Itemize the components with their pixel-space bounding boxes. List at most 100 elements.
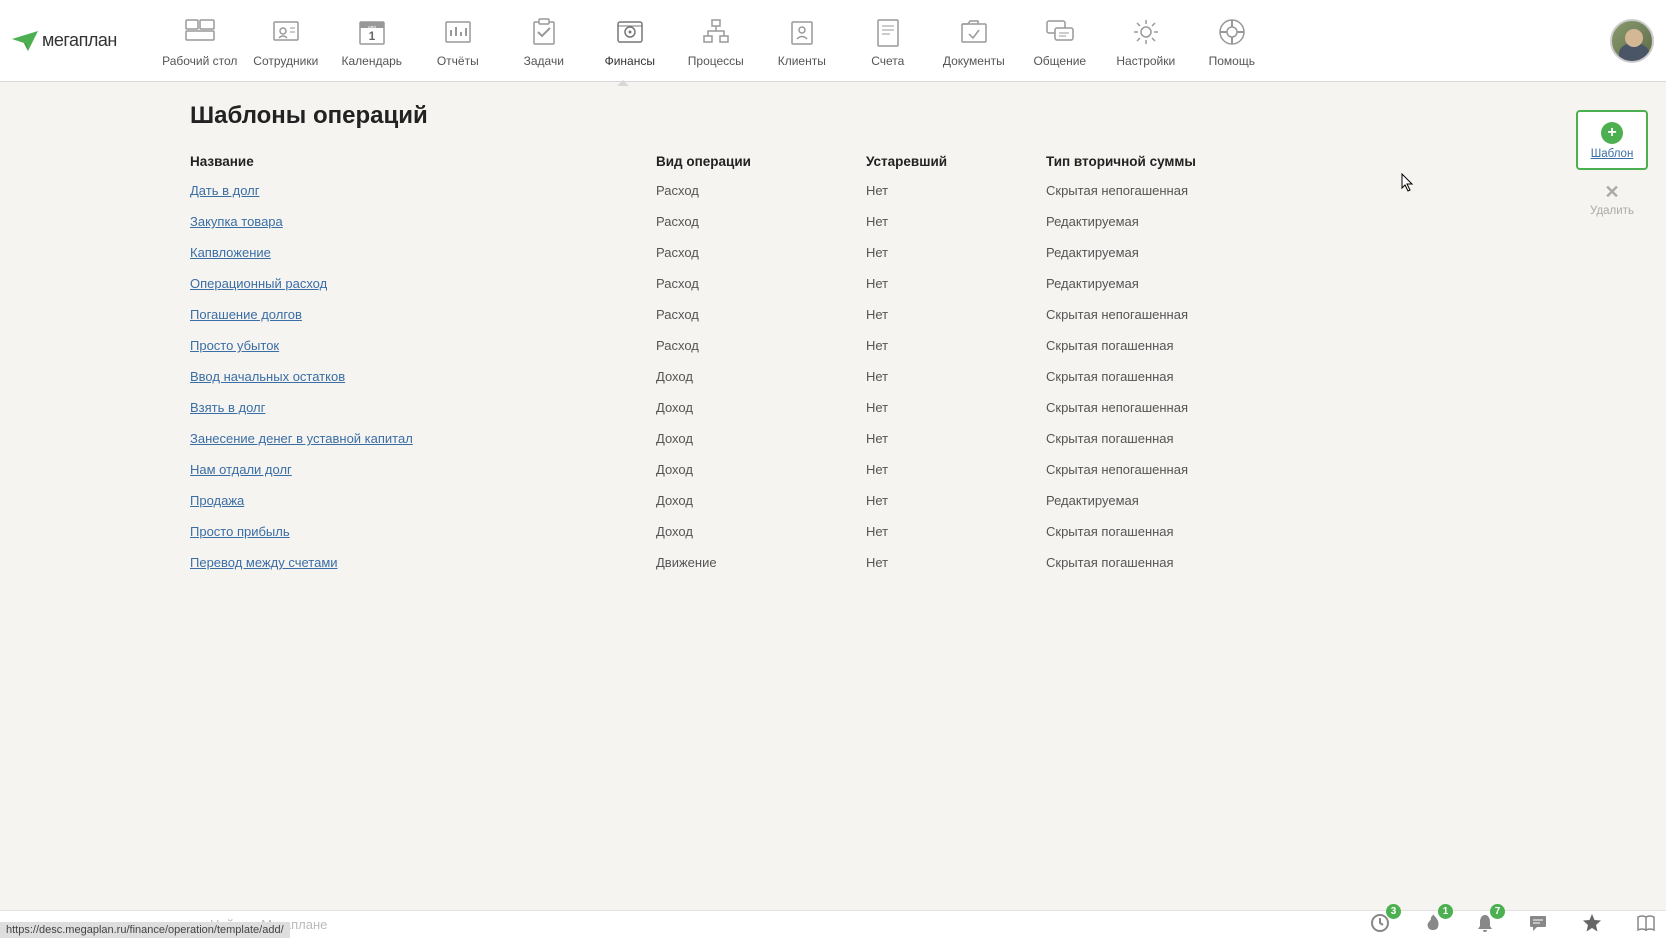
col-type[interactable]: Вид операции — [656, 154, 866, 169]
nav-processes[interactable]: Процессы — [673, 2, 759, 80]
cell-secondary: Скрытая погашенная — [1046, 524, 1276, 539]
cell-deprecated: Нет — [866, 369, 1046, 384]
table-row: Дать в долг Расход Нет Скрытая непогашен… — [190, 175, 1280, 206]
cell-deprecated: Нет — [866, 524, 1046, 539]
close-icon: ✕ — [1604, 182, 1619, 203]
col-deprecated[interactable]: Устаревший — [866, 154, 1046, 169]
cell-deprecated: Нет — [866, 462, 1046, 477]
cell-deprecated: Нет — [866, 338, 1046, 353]
chat-icon — [1528, 914, 1548, 932]
delete-button[interactable]: ✕ Удалить — [1590, 182, 1634, 217]
notifications-clock[interactable]: 3 — [1370, 913, 1390, 936]
template-link[interactable]: Погашение долгов — [190, 307, 302, 322]
col-name[interactable]: Название — [190, 154, 656, 169]
nav-clients[interactable]: Клиенты — [759, 2, 845, 80]
nav-label: Счета — [871, 54, 904, 68]
template-link[interactable]: Занесение денег в уставной капитал — [190, 431, 413, 446]
template-link[interactable]: Ввод начальных остатков — [190, 369, 345, 384]
template-link[interactable]: Дать в долг — [190, 183, 259, 198]
cell-secondary: Редактируемая — [1046, 493, 1276, 508]
nav-label: Отчёты — [437, 54, 479, 68]
add-template-button[interactable]: + Шаблон — [1576, 110, 1648, 170]
nav-help[interactable]: Помощь — [1189, 2, 1275, 80]
cell-deprecated: Нет — [866, 431, 1046, 446]
nav-label: Задачи — [524, 54, 564, 68]
notifications-bell[interactable]: 7 — [1476, 913, 1494, 936]
cell-type: Расход — [656, 276, 866, 291]
app-name: мегаплан — [42, 30, 117, 51]
cell-deprecated: Нет — [866, 493, 1046, 508]
table-row: Просто прибыль Доход Нет Скрытая погашен… — [190, 516, 1280, 547]
cell-secondary: Скрытая непогашенная — [1046, 400, 1276, 415]
app-logo[interactable]: мегаплан — [12, 30, 117, 51]
cell-deprecated: Нет — [866, 555, 1046, 570]
nav-finance[interactable]: Финансы — [587, 2, 673, 80]
cell-type: Движение — [656, 555, 866, 570]
badge: 1 — [1438, 904, 1453, 919]
cell-type: Доход — [656, 493, 866, 508]
favorites-icon[interactable] — [1582, 913, 1602, 936]
cell-secondary: Редактируемая — [1046, 214, 1276, 229]
nav-label: Общение — [1033, 54, 1086, 68]
svg-text:1: 1 — [368, 29, 375, 43]
nav-reports[interactable]: Отчёты — [415, 2, 501, 80]
cell-type: Расход — [656, 307, 866, 322]
nav-label: Рабочий стол — [162, 54, 237, 68]
table-row: Операционный расход Расход Нет Редактиру… — [190, 268, 1280, 299]
nav-label: Процессы — [688, 54, 744, 68]
nav-employees[interactable]: Сотрудники — [243, 2, 329, 80]
badge: 3 — [1386, 904, 1401, 919]
template-link[interactable]: Закупка товара — [190, 214, 283, 229]
badge: 7 — [1490, 904, 1505, 919]
library-icon[interactable] — [1636, 914, 1656, 935]
messages-icon[interactable] — [1528, 914, 1548, 935]
template-link[interactable]: Операционный расход — [190, 276, 327, 291]
cell-secondary: Редактируемая — [1046, 276, 1276, 291]
cell-deprecated: Нет — [866, 307, 1046, 322]
desktop-icon — [182, 14, 218, 50]
nav-label: Настройки — [1116, 54, 1175, 68]
template-link[interactable]: Перевод между счетами — [190, 555, 338, 570]
template-link[interactable]: Капвложение — [190, 245, 271, 260]
nav-label: Клиенты — [778, 54, 826, 68]
documents-icon — [956, 14, 992, 50]
nav-tasks[interactable]: Задачи — [501, 2, 587, 80]
star-icon — [1582, 913, 1602, 933]
cell-secondary: Скрытая погашенная — [1046, 338, 1276, 353]
cell-secondary: Скрытая непогашенная — [1046, 183, 1276, 198]
nav-chat[interactable]: Общение — [1017, 2, 1103, 80]
template-link[interactable]: Взять в долг — [190, 400, 265, 415]
table-row: Просто убыток Расход Нет Скрытая погашен… — [190, 330, 1280, 361]
nav-desktop[interactable]: Рабочий стол — [157, 2, 243, 80]
nav-accounts[interactable]: Счета — [845, 2, 931, 80]
accounts-icon — [870, 14, 906, 50]
cell-secondary: Скрытая погашенная — [1046, 555, 1276, 570]
status-bar-url: https://desc.megaplan.ru/finance/operati… — [0, 922, 290, 938]
nav-label: Календарь — [341, 54, 402, 68]
nav-settings[interactable]: Настройки — [1103, 2, 1189, 80]
template-link[interactable]: Просто прибыль — [190, 524, 290, 539]
template-link[interactable]: Просто убыток — [190, 338, 279, 353]
table-row: Ввод начальных остатков Доход Нет Скрыта… — [190, 361, 1280, 392]
templates-table: Название Вид операции Устаревший Тип вто… — [190, 148, 1280, 578]
cell-type: Расход — [656, 214, 866, 229]
template-link[interactable]: Нам отдали долг — [190, 462, 292, 477]
table-row: Капвложение Расход Нет Редактируемая — [190, 237, 1280, 268]
col-secondary[interactable]: Тип вторичной суммы — [1046, 154, 1276, 169]
cell-secondary: Редактируемая — [1046, 245, 1276, 260]
template-link[interactable]: Продажа — [190, 493, 244, 508]
nav-documents[interactable]: Документы — [931, 2, 1017, 80]
cell-type: Доход — [656, 400, 866, 415]
notifications-fire[interactable]: 1 — [1424, 913, 1442, 936]
nav-calendar[interactable]: апр1 Календарь — [329, 2, 415, 80]
cell-secondary: Скрытая погашенная — [1046, 431, 1276, 446]
paper-plane-icon — [12, 31, 38, 51]
cell-type: Доход — [656, 524, 866, 539]
cell-type: Расход — [656, 338, 866, 353]
table-row: Взять в долг Доход Нет Скрытая непогашен… — [190, 392, 1280, 423]
calendar-icon: апр1 — [354, 14, 390, 50]
cell-deprecated: Нет — [866, 214, 1046, 229]
table-row: Занесение денег в уставной капитал Доход… — [190, 423, 1280, 454]
table-row: Продажа Доход Нет Редактируемая — [190, 485, 1280, 516]
user-avatar[interactable] — [1610, 19, 1654, 63]
